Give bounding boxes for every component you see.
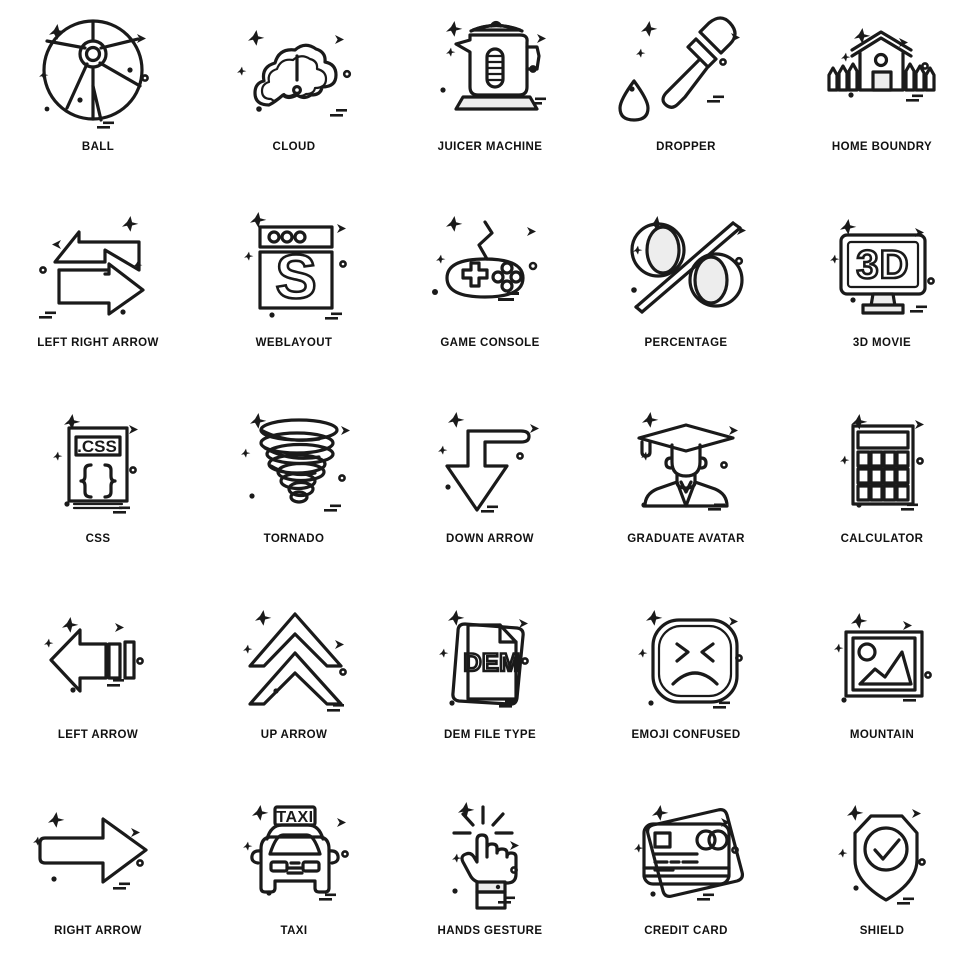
icon-cell-home-boundry[interactable]: HOME BOUNDRY (784, 0, 980, 196)
dem-glyph: DEM (463, 649, 520, 677)
hands-gesture-icon (452, 802, 519, 910)
icon-cell-right-arrow[interactable]: RIGHT ARROW (0, 784, 196, 980)
taxi-icon: TAXI (243, 805, 349, 901)
down-arrow-icon (438, 412, 539, 513)
icon-cell-weblayout[interactable]: S WEBLAYOUT (196, 196, 392, 392)
icon-label: JUICER MACHINE (437, 141, 543, 153)
weblayout-icon: S (244, 212, 347, 320)
icon-label: LEFT RIGHT ARROW (37, 337, 159, 349)
icon-cell-emoji-confused[interactable]: EMOJI CONFUSED (588, 588, 784, 784)
icon-cell-graduate-avatar[interactable]: GRADUATE AVATAR (588, 392, 784, 588)
weblayout-s-glyph: S (275, 243, 316, 312)
icon-cell-tornado[interactable]: TORNADO (196, 392, 392, 588)
game-console-icon (432, 216, 538, 301)
icon-label: WEBLAYOUT (255, 337, 333, 349)
icon-cell-cloud[interactable]: CLOUD (196, 0, 392, 196)
graduate-avatar-icon (637, 412, 738, 511)
up-arrow-icon (243, 610, 347, 712)
dropper-icon (618, 16, 740, 122)
right-arrow-icon (33, 812, 148, 890)
icon-cell-left-arrow[interactable]: LEFT ARROW (0, 588, 196, 784)
icon-cell-calculator[interactable]: CALCULATOR (784, 392, 980, 588)
juicer-machine-icon (440, 20, 546, 111)
home-boundry-icon (827, 28, 936, 102)
icon-cell-down-arrow[interactable]: DOWN ARROW (392, 392, 588, 588)
icon-cell-css[interactable]: .CSS CSS (0, 392, 196, 588)
icon-cell-credit-card[interactable]: CREDIT CARD (588, 784, 784, 980)
icon-label: CSS (85, 533, 111, 545)
icon-label: CALCULATOR (840, 533, 924, 545)
icon-label: DROPPER (656, 141, 716, 153)
icon-label: BALL (81, 141, 115, 153)
3d-glyph: 3D (856, 243, 909, 287)
left-arrow-icon (44, 617, 144, 693)
icon-label: HANDS GESTURE (437, 925, 543, 937)
icon-cell-ball[interactable]: BALL (0, 0, 196, 196)
cloud-icon (237, 30, 352, 117)
left-right-arrow-icon (39, 216, 145, 319)
icon-cell-game-console[interactable]: GAME CONSOLE (392, 196, 588, 392)
percentage-icon (630, 216, 746, 314)
emoji-confused-icon (638, 610, 743, 709)
icon-label: UP ARROW (260, 729, 328, 741)
icon-cell-taxi[interactable]: TAXI TAXI (196, 784, 392, 980)
icon-label: GRADUATE AVATAR (627, 533, 745, 545)
icon-label: MOUNTAIN (849, 729, 915, 741)
icon-label: 3D MOVIE (852, 337, 912, 349)
icon-label: DOWN ARROW (446, 533, 534, 545)
css-icon: .CSS (53, 414, 138, 514)
dem-file-type-icon: DEM (439, 610, 529, 708)
icon-label: TORNADO (263, 533, 325, 545)
icon-label: TAXI (280, 925, 308, 937)
icon-cell-dem-file-type[interactable]: DEM DEM FILE TYPE (392, 588, 588, 784)
icon-label: CLOUD (272, 141, 316, 153)
icon-label: SHIELD (859, 925, 905, 937)
icon-cell-mountain[interactable]: MOUNTAIN (784, 588, 980, 784)
icon-label: LEFT ARROW (57, 729, 139, 741)
icon-label: RIGHT ARROW (54, 925, 142, 937)
icon-grid: BALL CLOUD JUICER MACHINE DROPPER HOME B… (0, 0, 980, 980)
3d-movie-icon: 3D (830, 219, 935, 315)
ball-icon (39, 19, 149, 129)
shield-icon (838, 805, 926, 905)
mountain-icon (834, 613, 932, 703)
icon-cell-up-arrow[interactable]: UP ARROW (196, 588, 392, 784)
icon-cell-shield[interactable]: SHIELD (784, 784, 980, 980)
tornado-icon (241, 413, 350, 512)
icon-label: EMOJI CONFUSED (631, 729, 741, 741)
icon-cell-3d-movie[interactable]: 3D 3D MOVIE (784, 196, 980, 392)
icon-label: GAME CONSOLE (440, 337, 540, 349)
icon-cell-juicer-machine[interactable]: JUICER MACHINE (392, 0, 588, 196)
icon-label: HOME BOUNDRY (831, 141, 933, 153)
calculator-icon (840, 414, 924, 511)
icon-cell-percentage[interactable]: PERCENTAGE (588, 196, 784, 392)
icon-label: PERCENTAGE (644, 337, 728, 349)
credit-card-icon (634, 805, 745, 901)
icon-cell-dropper[interactable]: DROPPER (588, 0, 784, 196)
icon-label: CREDIT CARD (644, 925, 728, 937)
icon-cell-hands-gesture[interactable]: HANDS GESTURE (392, 784, 588, 980)
css-ext-glyph: .CSS (77, 437, 117, 456)
icon-cell-left-right-arrow[interactable]: LEFT RIGHT ARROW (0, 196, 196, 392)
icon-label: DEM FILE TYPE (443, 729, 537, 741)
